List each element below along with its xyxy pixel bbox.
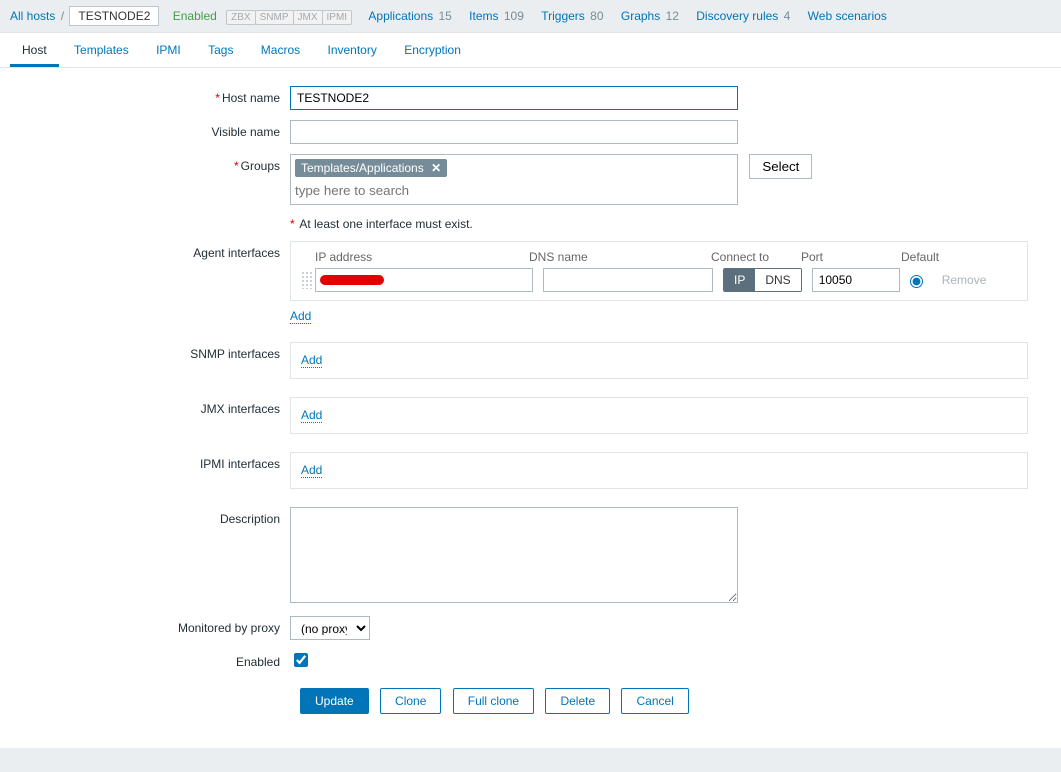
agent-dns-input[interactable] [543,268,713,292]
jmx-add-link[interactable]: Add [301,408,322,423]
agent-interfaces-label: Agent interfaces [0,241,290,260]
proxy-label: Monitored by proxy [0,616,290,635]
proxy-select[interactable]: (no proxy) [290,616,370,640]
full-clone-button[interactable]: Full clone [453,688,534,714]
tab-encryption[interactable]: Encryption [392,33,473,67]
connect-to-toggle[interactable]: IP DNS [723,268,802,292]
header-port: Port [801,250,901,264]
update-button[interactable]: Update [300,688,369,714]
avail-zbx-badge: ZBX [226,10,255,25]
link-web-scenarios[interactable]: Web scenarios [808,9,887,23]
ipmi-interfaces-label: IPMI interfaces [0,452,290,471]
link-graphs-count: 12 [666,9,679,23]
link-items-label: Items [469,9,498,23]
agent-add-link[interactable]: Add [290,309,311,324]
link-graphs[interactable]: Graphs 12 [621,9,679,23]
link-triggers-count: 80 [590,9,603,23]
groups-label: *Groups [0,154,290,173]
enabled-checkbox[interactable] [294,653,308,667]
agent-default-radio[interactable] [910,275,923,288]
host-status: Enabled [173,9,217,23]
groups-select-button[interactable]: Select [749,154,812,179]
footer-bar [0,748,1061,772]
avail-snmp-badge: SNMP [255,10,294,25]
hostname-input[interactable] [290,86,738,110]
link-discovery-label: Discovery rules [696,9,778,23]
snmp-interfaces-label: SNMP interfaces [0,342,290,361]
hostname-label: *Host name [0,86,290,105]
link-applications-label: Applications [368,9,433,23]
description-textarea[interactable] [290,507,738,603]
agent-ip-input[interactable] [315,268,533,292]
interface-required-note: * At least one interface must exist. [290,217,1061,231]
breadcrumb-separator: / [61,9,64,23]
ipmi-add-link[interactable]: Add [301,463,322,478]
connect-to-ip[interactable]: IP [724,269,755,291]
agent-port-input[interactable] [812,268,900,292]
connect-to-dns[interactable]: DNS [755,269,800,291]
button-bar: Update Clone Full clone Delete Cancel [0,688,1061,714]
avail-ipmi-badge: IPMI [322,10,353,25]
clone-button[interactable]: Clone [380,688,441,714]
group-chip[interactable]: Templates/Applications ✕ [295,159,447,177]
link-discovery[interactable]: Discovery rules 4 [696,9,790,23]
link-triggers[interactable]: Triggers 80 [541,9,603,23]
config-tabs: Host Templates IPMI Tags Macros Inventor… [0,33,1061,68]
agent-remove-link: Remove [942,273,987,287]
cancel-button[interactable]: Cancel [621,688,688,714]
header-connect-to: Connect to [711,250,801,264]
visible-name-label: Visible name [0,120,290,139]
jmx-interfaces-box: Add [290,397,1028,434]
link-triggers-label: Triggers [541,9,585,23]
link-applications-count: 15 [438,9,451,23]
breadcrumb-all-hosts[interactable]: All hosts [10,9,55,23]
tab-templates[interactable]: Templates [62,33,141,67]
snmp-interfaces-box: Add [290,342,1028,379]
tab-macros[interactable]: Macros [249,33,312,67]
enabled-label: Enabled [0,650,290,669]
snmp-add-link[interactable]: Add [301,353,322,368]
header-dns: DNS name [529,250,711,264]
breadcrumb-hostname[interactable]: TESTNODE2 [69,6,159,26]
avail-jmx-badge: JMX [293,10,323,25]
tab-host[interactable]: Host [10,33,59,67]
link-items[interactable]: Items 109 [469,9,524,23]
tab-tags[interactable]: Tags [196,33,245,67]
jmx-interfaces-label: JMX interfaces [0,397,290,416]
agent-interface-row: IP DNS Remove [301,268,1017,292]
groups-search-input[interactable] [295,181,733,200]
drag-handle-icon[interactable] [301,271,313,289]
delete-button[interactable]: Delete [545,688,610,714]
agent-interfaces-box: IP address DNS name Connect to Port Defa… [290,241,1028,301]
tab-inventory[interactable]: Inventory [315,33,388,67]
groups-multiselect[interactable]: Templates/Applications ✕ [290,154,738,205]
link-web-label: Web scenarios [808,9,887,23]
visible-name-input[interactable] [290,120,738,144]
group-chip-remove-icon[interactable]: ✕ [431,161,441,175]
link-graphs-label: Graphs [621,9,660,23]
link-discovery-count: 4 [784,9,791,23]
ipmi-interfaces-box: Add [290,452,1028,489]
host-form: *Host name Visible name *Groups Template… [0,68,1061,744]
link-applications[interactable]: Applications 15 [368,9,451,23]
top-breadcrumb-bar: All hosts / TESTNODE2 Enabled ZBXSNMPJMX… [0,0,1061,33]
header-ip: IP address [301,250,529,264]
group-chip-label: Templates/Applications [301,161,424,175]
redacted-ip [320,275,384,285]
description-label: Description [0,507,290,526]
tab-ipmi[interactable]: IPMI [144,33,193,67]
link-items-count: 109 [504,9,524,23]
header-default: Default [901,250,971,264]
